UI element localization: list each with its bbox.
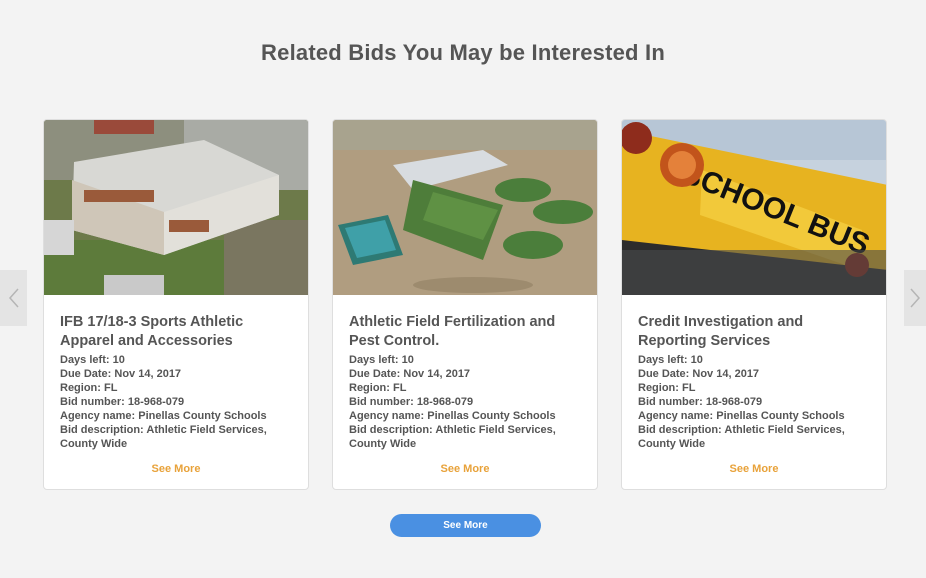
agency-name: Agency name: Pinellas County Schools (349, 410, 556, 422)
bid-title[interactable]: Credit Investigation and Reporting Servi… (638, 313, 872, 351)
bid-card[interactable]: IFB 17/18-3 Sports Athletic Apparel and … (43, 119, 309, 490)
see-more-button[interactable]: See More (390, 514, 541, 537)
bid-description: Bid description: Athletic Field Services… (638, 424, 845, 450)
due-date: Due Date: Nov 14, 2017 (638, 368, 760, 380)
bid-card[interactable]: SCHOOL BUS Credit Investigation and Repo… (621, 119, 887, 490)
see-more-link[interactable]: See More (44, 463, 308, 475)
school-building-image (44, 120, 308, 295)
agency-name: Agency name: Pinellas County Schools (638, 410, 845, 422)
school-bus-image: SCHOOL BUS (622, 120, 886, 295)
see-more-link[interactable]: See More (622, 463, 886, 475)
days-left: Days left: 10 (349, 354, 414, 366)
bid-description: Bid description: Athletic Field Services… (60, 424, 267, 450)
bid-title[interactable]: IFB 17/18-3 Sports Athletic Apparel and … (60, 313, 294, 351)
section-title: Related Bids You May be Interested In (261, 40, 665, 65)
athletic-fields-image (333, 120, 597, 295)
region: Region: FL (638, 382, 696, 394)
see-more-link[interactable]: See More (333, 463, 597, 475)
due-date: Due Date: Nov 14, 2017 (349, 368, 471, 380)
bid-description: Bid description: Athletic Field Services… (349, 424, 556, 450)
chevron-left-icon (8, 288, 19, 308)
agency-name: Agency name: Pinellas County Schools (60, 410, 267, 422)
bid-number: Bid number: 18-968-079 (638, 396, 763, 408)
bid-number: Bid number: 18-968-079 (60, 396, 185, 408)
days-left: Days left: 10 (60, 354, 125, 366)
carousel-prev-button[interactable] (0, 270, 27, 326)
chevron-right-icon (910, 288, 921, 308)
bid-number: Bid number: 18-968-079 (349, 396, 474, 408)
region: Region: FL (349, 382, 407, 394)
due-date: Due Date: Nov 14, 2017 (60, 368, 182, 380)
days-left: Days left: 10 (638, 354, 703, 366)
region: Region: FL (60, 382, 118, 394)
bid-card[interactable]: Athletic Field Fertilization and Pest Co… (332, 119, 598, 490)
bid-title[interactable]: Athletic Field Fertilization and Pest Co… (349, 313, 583, 351)
carousel-next-button[interactable] (904, 270, 926, 326)
